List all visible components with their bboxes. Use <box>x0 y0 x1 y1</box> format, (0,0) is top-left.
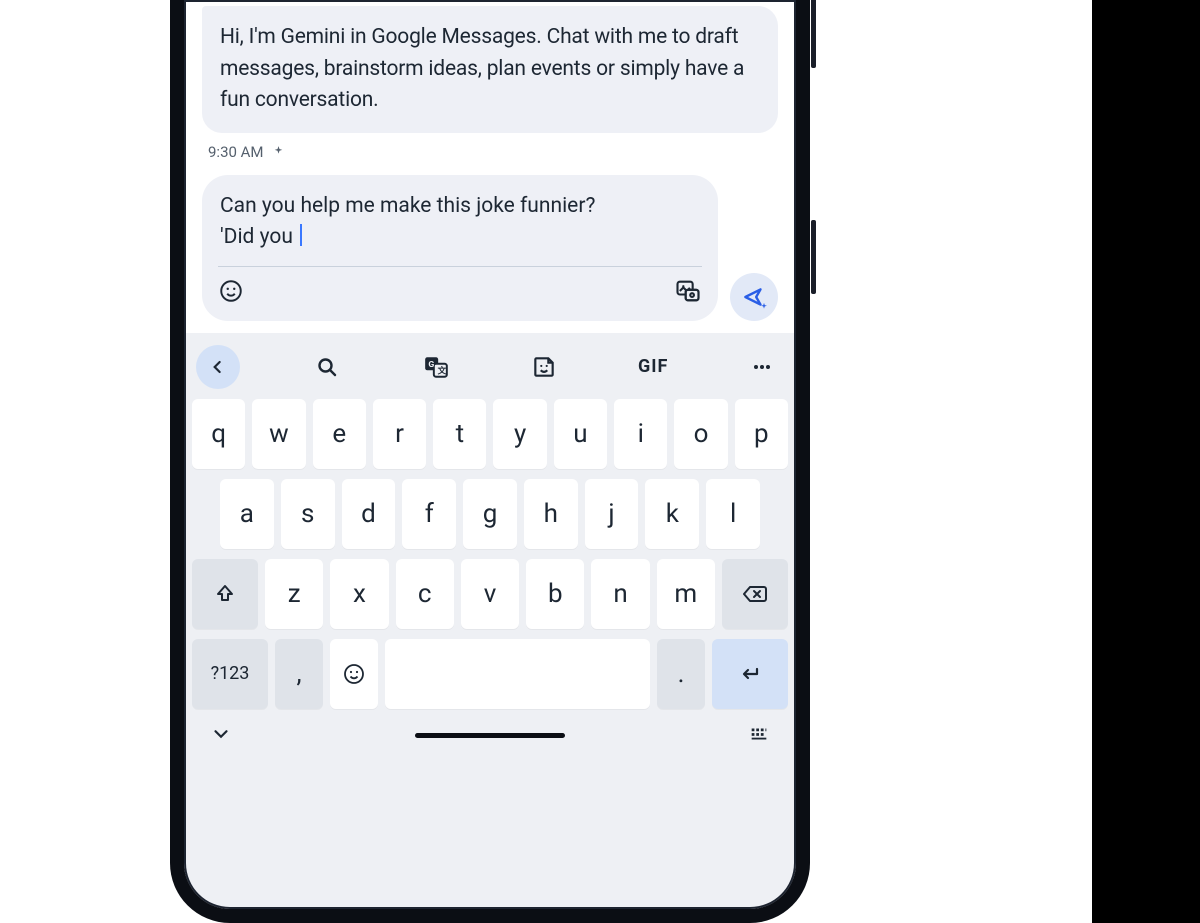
key-i[interactable]: i <box>614 399 667 469</box>
key-b[interactable]: b <box>526 559 584 629</box>
chat-area: Hi, I'm Gemini in Google Messages. Chat … <box>184 0 796 333</box>
key-p[interactable]: p <box>735 399 788 469</box>
compose-line-1: Can you help me make this joke funnier? <box>220 194 595 218</box>
key-t[interactable]: t <box>433 399 486 469</box>
keyboard-switch-button[interactable] <box>748 723 770 749</box>
keyboard-row-2: a s d f g h j k l <box>192 479 788 549</box>
key-o[interactable]: o <box>674 399 727 469</box>
chat-message-meta: 9:30 AM <box>202 133 778 175</box>
keyboard-row-4: ?123 , . <box>192 639 788 709</box>
key-m[interactable]: m <box>657 559 715 629</box>
emoji-picker-button[interactable] <box>218 278 244 308</box>
keyboard: G文 GIF q w e r t y u <box>184 333 796 910</box>
keyboard-collapse-button[interactable] <box>196 345 240 389</box>
chevron-left-icon <box>208 357 228 377</box>
key-period[interactable]: . <box>657 639 705 709</box>
keyboard-search-button[interactable] <box>305 345 349 389</box>
compose-box[interactable]: Can you help me make this joke funnier? … <box>202 175 718 321</box>
phone-screen: Hi, I'm Gemini in Google Messages. Chat … <box>184 0 796 909</box>
chat-message-gemini: Hi, I'm Gemini in Google Messages. Chat … <box>202 6 778 133</box>
compose-row: Can you help me make this joke funnier? … <box>202 175 778 333</box>
keyboard-footer <box>192 719 788 757</box>
compose-line-2: 'Did you <box>220 225 298 249</box>
keyboard-icon <box>748 723 770 745</box>
send-button[interactable] <box>730 273 778 321</box>
chat-timestamp: 9:30 AM <box>208 143 264 161</box>
svg-text:文: 文 <box>436 364 446 376</box>
key-l[interactable]: l <box>706 479 760 549</box>
phone-side-button <box>811 220 816 294</box>
key-z[interactable]: z <box>265 559 323 629</box>
key-u[interactable]: u <box>554 399 607 469</box>
key-y[interactable]: y <box>493 399 546 469</box>
keyboard-more-button[interactable] <box>740 345 784 389</box>
keyboard-toolbar: G文 GIF <box>192 343 788 399</box>
chevron-down-icon <box>210 723 232 745</box>
key-shift[interactable] <box>192 559 258 629</box>
backspace-icon <box>741 582 769 606</box>
key-f[interactable]: f <box>402 479 456 549</box>
search-icon <box>315 355 339 379</box>
key-emoji[interactable] <box>330 639 378 709</box>
key-r[interactable]: r <box>373 399 426 469</box>
key-d[interactable]: d <box>342 479 396 549</box>
keyboard-hide-button[interactable] <box>210 723 232 749</box>
key-x[interactable]: x <box>330 559 388 629</box>
keyboard-gif-button[interactable]: GIF <box>631 345 675 389</box>
smile-icon <box>342 662 366 686</box>
sparkle-accent-icon <box>759 302 769 312</box>
key-symbols[interactable]: ?123 <box>192 639 268 709</box>
key-c[interactable]: c <box>396 559 454 629</box>
key-j[interactable]: j <box>585 479 639 549</box>
key-s[interactable]: s <box>281 479 335 549</box>
keyboard-row-3: z x c v b n m <box>192 559 788 629</box>
key-k[interactable]: k <box>645 479 699 549</box>
page-right-strip <box>1092 0 1200 923</box>
keyboard-sticker-button[interactable] <box>522 345 566 389</box>
key-enter[interactable] <box>712 639 788 709</box>
translate-icon: G文 <box>423 354 449 380</box>
key-q[interactable]: q <box>192 399 245 469</box>
key-g[interactable]: g <box>463 479 517 549</box>
enter-icon <box>737 662 763 686</box>
key-a[interactable]: a <box>220 479 274 549</box>
phone-mock: Hi, I'm Gemini in Google Messages. Chat … <box>170 0 810 923</box>
compose-text[interactable]: Can you help me make this joke funnier? … <box>202 175 718 260</box>
sparkle-icon <box>272 145 285 158</box>
key-space[interactable] <box>385 639 650 709</box>
key-e[interactable]: e <box>313 399 366 469</box>
key-backspace[interactable] <box>722 559 788 629</box>
gallery-button[interactable] <box>674 277 702 309</box>
key-w[interactable]: w <box>252 399 305 469</box>
key-comma[interactable]: , <box>275 639 323 709</box>
more-horizontal-icon <box>750 355 774 379</box>
phone-side-button <box>811 0 816 68</box>
keyboard-translate-button[interactable]: G文 <box>414 345 458 389</box>
shift-icon <box>213 582 237 606</box>
svg-text:G: G <box>428 360 434 370</box>
gallery-icon <box>674 277 702 305</box>
smile-icon <box>218 278 244 304</box>
home-indicator[interactable] <box>415 733 565 738</box>
key-h[interactable]: h <box>524 479 578 549</box>
chat-message-text: Hi, I'm Gemini in Google Messages. Chat … <box>220 25 744 112</box>
compose-actions <box>202 267 718 321</box>
gif-label: GIF <box>638 356 668 377</box>
key-n[interactable]: n <box>591 559 649 629</box>
keyboard-row-1: q w e r t y u i o p <box>192 399 788 469</box>
key-v[interactable]: v <box>461 559 519 629</box>
sticker-icon <box>531 354 557 380</box>
text-cursor <box>300 224 302 246</box>
